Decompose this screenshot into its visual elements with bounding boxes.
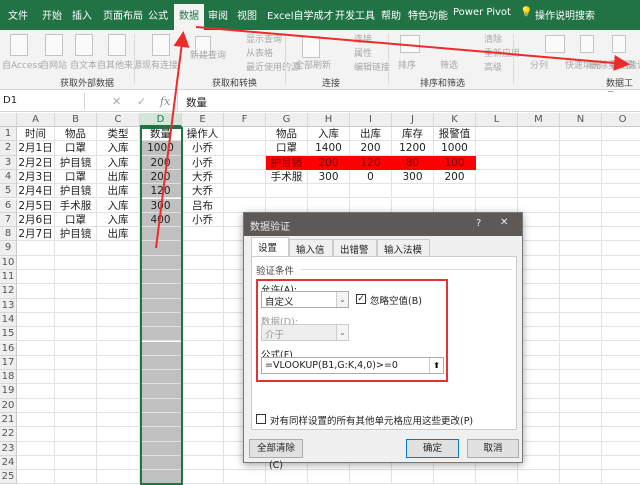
- arrow-to-data-validation: [195, 26, 630, 71]
- annotation-arrows: [155, 26, 630, 249]
- arrow-to-data-tab: [155, 31, 190, 249]
